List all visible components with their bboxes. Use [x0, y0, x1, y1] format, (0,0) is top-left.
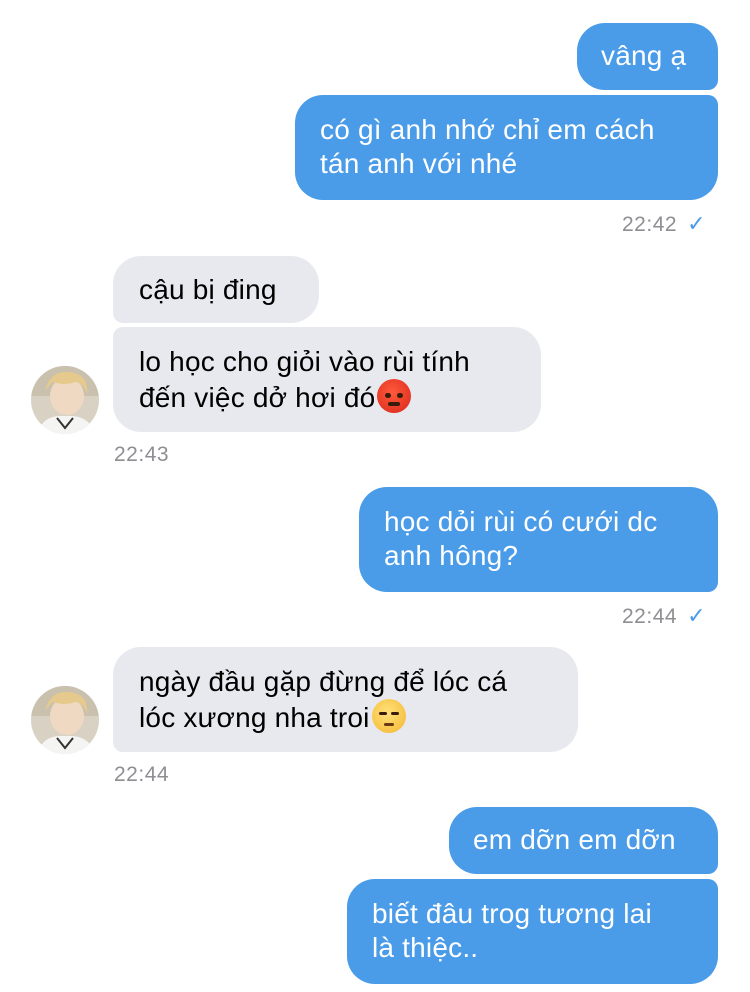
message-bubble-outgoing[interactable]: có gì anh nhớ chỉ em cách tán anh với nh…	[295, 95, 718, 200]
message-bubble-outgoing[interactable]: em dỡn em dỡn	[449, 807, 718, 874]
timestamp-text: 22:44	[622, 605, 678, 628]
message-timestamp: 22:42 ✓	[622, 211, 706, 237]
message-text-line: học dỏi rùi có cưới dc	[384, 506, 658, 537]
read-check-icon: ✓	[687, 603, 706, 628]
message-bubble-outgoing[interactable]: học dỏi rùi có cưới dc anh hông?	[359, 487, 718, 592]
message-bubble-incoming[interactable]: ngày đầu gặp đừng để lóc cá lóc xương nh…	[113, 647, 578, 752]
message-text: vâng ạ	[601, 40, 687, 71]
message-text-line: biết đâu trog tương lai	[372, 898, 652, 929]
message-text-line: tán anh với nhé	[320, 148, 518, 179]
message-text-line: có gì anh nhớ chỉ em cách	[320, 114, 655, 145]
message-bubble-incoming[interactable]: lo học cho giỏi vào rùi tính đến việc dở…	[113, 327, 541, 432]
message-text: em dỡn em dỡn	[473, 824, 676, 855]
message-text-line: đến việc dở hơi đó	[139, 379, 541, 415]
message-bubble-outgoing[interactable]: biết đâu trog tương lai là thiệc..	[347, 879, 718, 984]
message-text-line: lóc xương nha troi	[139, 699, 578, 735]
contact-avatar[interactable]	[31, 366, 99, 434]
message-text: đến việc dở hơi đó	[139, 382, 376, 413]
timestamp-text: 22:42	[622, 213, 678, 236]
message-text-line: lo học cho giỏi vào rùi tính	[139, 346, 470, 377]
timestamp-text: 22:44	[114, 763, 170, 786]
message-timestamp: 22:44 ✓	[622, 603, 706, 629]
avatar-photo	[31, 686, 99, 754]
avatar-photo	[31, 366, 99, 434]
message-timestamp: 22:44	[114, 763, 169, 787]
angry-face-emoji	[377, 379, 412, 413]
message-text-line: là thiệc..	[372, 932, 479, 963]
contact-avatar[interactable]	[31, 686, 99, 754]
message-text: cậu bị đing	[139, 274, 277, 305]
message-bubble-outgoing[interactable]: vâng ạ	[577, 23, 718, 90]
read-check-icon: ✓	[687, 211, 706, 236]
timestamp-text: 22:43	[114, 443, 170, 466]
message-timestamp: 22:43	[114, 443, 169, 467]
message-bubble-incoming[interactable]: cậu bị đing	[113, 256, 319, 323]
unamused-face-emoji	[371, 699, 406, 733]
message-text-line: ngày đầu gặp đừng để lóc cá	[139, 666, 508, 697]
message-text-line: anh hông?	[384, 540, 519, 571]
message-text: lóc xương nha troi	[139, 702, 370, 733]
